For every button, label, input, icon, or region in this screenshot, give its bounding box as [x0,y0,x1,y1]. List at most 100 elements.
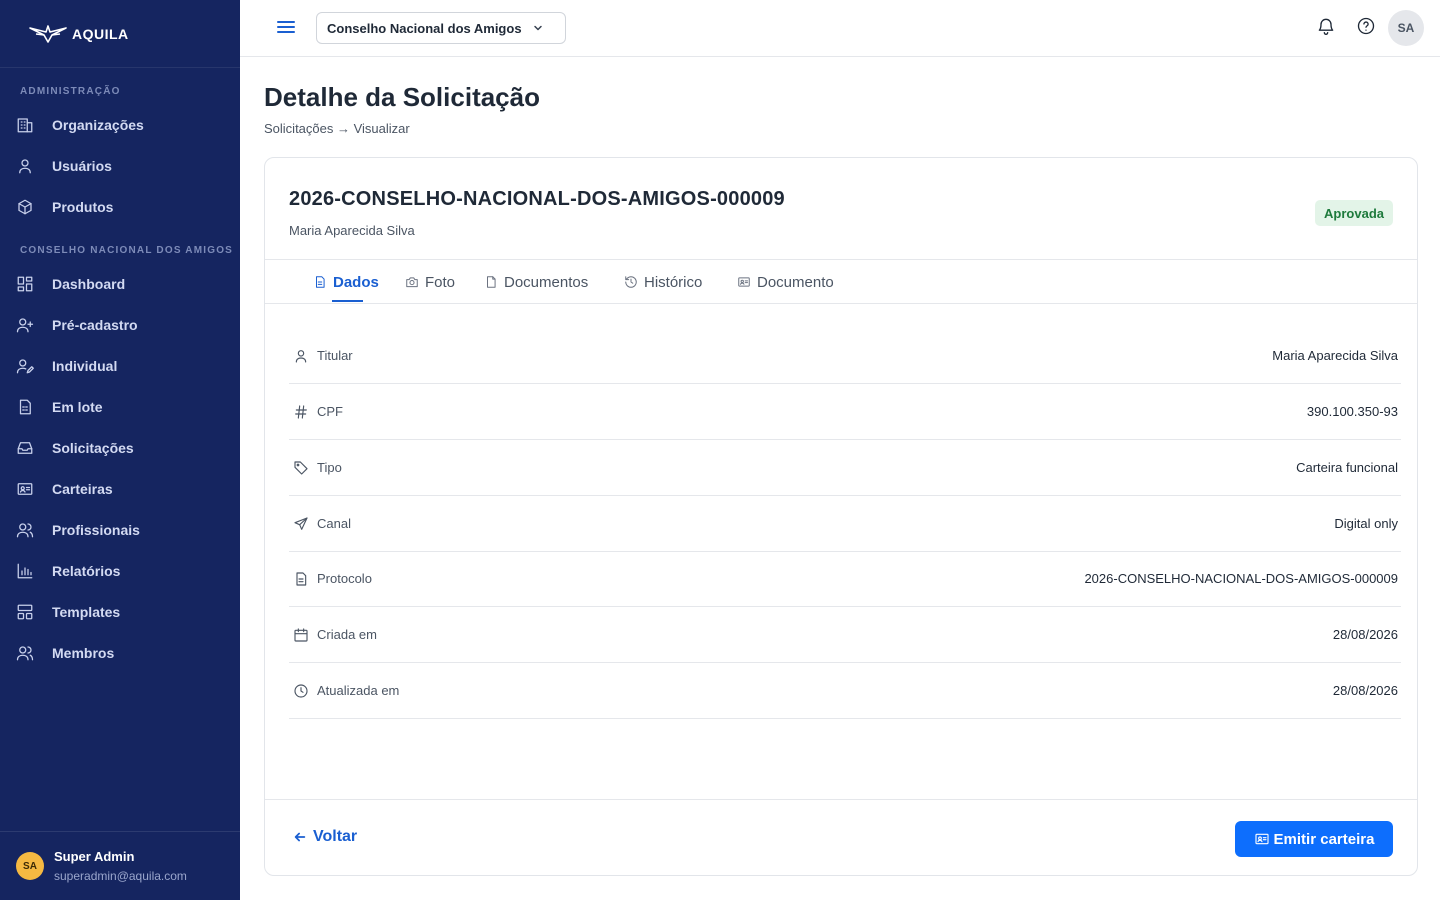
sidebar-item-carteiras[interactable]: Carteiras [0,468,240,509]
file-text-icon [316,276,325,288]
building-icon [16,116,34,134]
topbar: Conselho Nacional dos Amigos SA [240,0,1440,57]
detail-row-protocolo: Protocolo 2026-CONSELHO-NACIONAL-DOS-AMI… [289,551,1401,607]
organization-select[interactable]: Conselho Nacional dos Amigos [316,12,566,44]
organization-select-value: Conselho Nacional dos Amigos [327,20,522,36]
detail-value: 2026-CONSELHO-NACIONAL-DOS-AMIGOS-000009 [1084,571,1398,586]
detail-value: 28/08/2026 [1332,627,1398,642]
file-text-icon [293,571,309,587]
detail-label: Protocolo [317,571,372,586]
emit-card-button-label: Emitir carteira [1273,830,1375,848]
sidebar-item-label: Produtos [52,198,114,215]
request-id: 2026-CONSELHO-NACIONAL-DOS-AMIGOS-000009 [289,188,785,210]
tab-bar: Dados Foto Documentos Histórico Document… [265,259,1417,304]
tab-label: Dados [333,273,379,291]
file-sheet-icon [16,398,34,416]
user-name: Super Admin [54,849,135,864]
detail-label: Criada em [317,627,377,642]
bell-icon [1318,18,1334,35]
sidebar-item-label: Solicitações [52,439,134,456]
tab-documentos[interactable]: Documentos [484,260,588,304]
tab-label: Documento [757,273,834,291]
sidebar-item-produtos[interactable]: Produtos [0,186,240,227]
topbar-avatar[interactable]: SA [1388,10,1424,46]
dashboard-icon [16,275,34,293]
sidebar-item-membros[interactable]: Membros [0,632,240,673]
page-title: Detalhe da Solicitação [264,82,540,112]
brand-logo[interactable]: AQUILA [0,0,240,68]
help-circle-icon [1357,17,1375,35]
detail-row-atualizada-em: Atualizada em 28/08/2026 [289,663,1401,719]
sidebar-item-individual[interactable]: Individual [0,345,240,386]
back-button[interactable]: Voltar [293,828,357,846]
sidebar-item-label: Organizações [52,116,144,133]
user-edit-icon [16,357,34,375]
active-tab-indicator [332,300,363,302]
menu-toggle-button[interactable] [276,17,296,37]
sidebar-item-pre-cadastro[interactable]: Pré-cadastro [0,304,240,345]
sidebar-user-profile[interactable]: SA Super Admin superadmin@aquila.com [0,831,240,900]
tab-documento[interactable]: Documento [737,260,834,304]
detail-value: Maria Aparecida Silva [1272,348,1398,363]
chevron-down-icon [533,25,542,31]
avatar: SA [16,852,44,880]
sidebar-item-label: Usuários [52,157,112,174]
package-icon [16,198,34,216]
file-icon [487,276,496,288]
detail-label: Titular [317,348,353,363]
id-card-icon [1254,833,1269,845]
breadcrumb[interactable]: Solicitações → Visualizar [264,121,410,136]
tab-foto[interactable]: Foto [405,260,455,304]
tab-historico[interactable]: Histórico [624,260,702,304]
detail-label: Atualizada em [317,683,400,698]
sidebar-item-dashboard[interactable]: Dashboard [0,263,240,304]
sidebar-item-label: Membros [52,644,115,661]
tag-icon [293,460,309,476]
sidebar-item-label: Dashboard [52,275,126,292]
camera-icon [406,277,418,288]
detail-row-criada-em: Criada em 28/08/2026 [289,607,1401,663]
tab-label: Histórico [644,273,703,291]
status-badge: Aprovada [1315,200,1393,226]
arrow-left-icon [294,832,306,842]
detail-row-tipo: Tipo Carteira funcional [289,440,1401,496]
user-email: superadmin@aquila.com [54,869,187,883]
user-icon [16,157,34,175]
section-title-conselho: CONSELHO NACIONAL DOS AMIGOS [20,245,234,256]
template-icon [16,603,34,621]
detail-row-canal: Canal Digital only [289,496,1401,552]
eagle-logo-icon [29,24,67,43]
request-detail-card: 2026-CONSELHO-NACIONAL-DOS-AMIGOS-000009… [264,157,1418,876]
sidebar-item-label: Profissionais [52,521,140,538]
brand-name: AQUILA [72,25,129,42]
detail-label: Tipo [317,460,342,475]
emit-card-button[interactable]: Emitir carteira [1235,821,1393,857]
hash-icon [293,404,309,420]
detail-value: Digital only [1334,516,1398,531]
sidebar-item-label: Carteiras [52,480,113,497]
sidebar-item-label: Templates [52,603,121,620]
sidebar-item-em-lote[interactable]: Em lote [0,386,240,427]
detail-row-cpf: CPF 390.100.350-93 [289,384,1401,440]
sidebar-item-solicitacoes[interactable]: Solicitações [0,427,240,468]
clock-icon [293,683,309,699]
card-footer: Voltar Emitir carteira [265,799,1417,875]
detail-label: Canal [317,516,351,531]
detail-label: CPF [317,404,343,419]
tab-label: Foto [425,273,456,291]
help-button[interactable] [1356,16,1376,36]
notifications-button[interactable] [1316,16,1336,36]
sidebar-item-profissionais[interactable]: Profissionais [0,509,240,550]
sidebar-item-label: Relatórios [52,562,121,579]
detail-value: 390.100.350-93 [1306,404,1398,419]
sidebar-item-organizacoes[interactable]: Organizações [0,104,240,145]
sidebar-item-usuarios[interactable]: Usuários [0,145,240,186]
hamburger-icon [277,21,295,33]
id-card-icon [738,277,750,287]
members-icon [16,644,34,662]
calendar-icon [293,627,309,643]
sidebar-item-templates[interactable]: Templates [0,591,240,632]
sidebar-item-relatorios[interactable]: Relatórios [0,550,240,591]
back-button-label: Voltar [313,828,358,845]
tab-dados[interactable]: Dados [313,260,379,304]
